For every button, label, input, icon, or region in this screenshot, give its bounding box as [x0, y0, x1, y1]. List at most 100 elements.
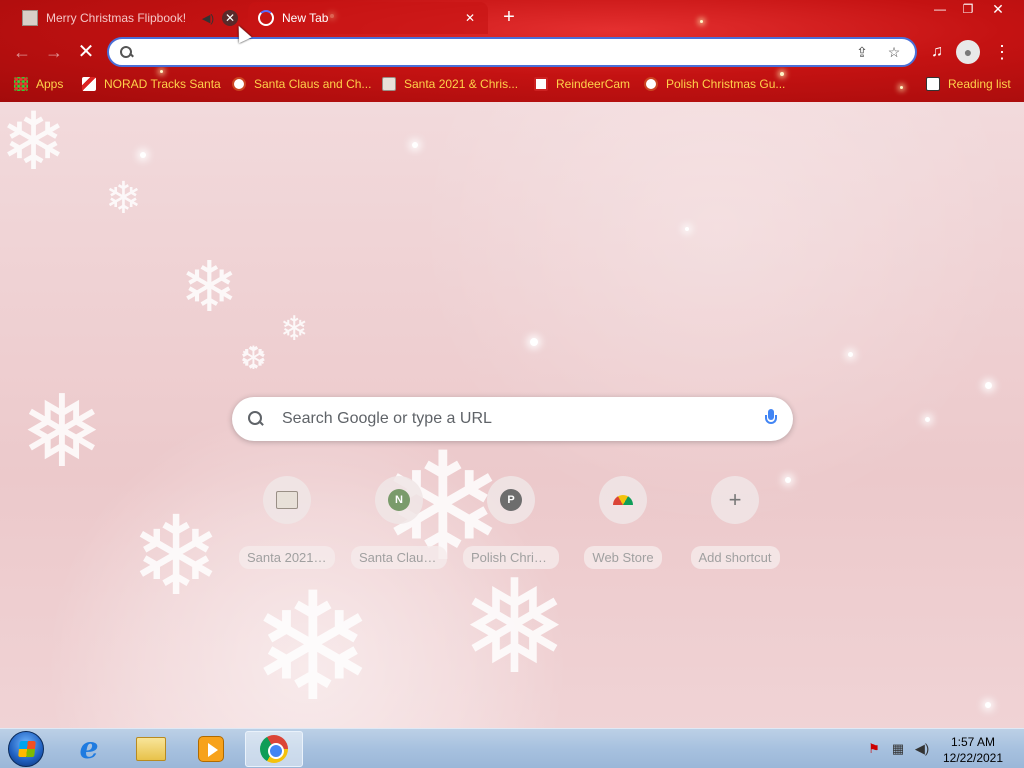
search-icon [119, 45, 133, 59]
sparkle-decoration [925, 417, 930, 422]
google-search-box[interactable] [232, 397, 793, 441]
snowflake-decoration: ❄ [105, 174, 142, 223]
bookmark-apps[interactable]: Apps [14, 74, 63, 94]
network-icon[interactable]: ▦ [890, 741, 906, 757]
address-bar[interactable]: ⇪ ☆ [107, 37, 917, 67]
reindeer-icon [534, 77, 548, 91]
start-button[interactable] [8, 731, 44, 767]
search-icon [248, 411, 264, 427]
back-button[interactable]: ← [10, 40, 34, 64]
new-tab-page: ❄ ❄ ❅ ❄ ❆ ❄ ❄ ❄ ❅ ❄ Santa 2021 &... N Sa… [0, 102, 1024, 728]
shortcut-santa-2021[interactable]: Santa 2021 &... [231, 474, 343, 569]
shortcut-title: Add shortcut [690, 546, 780, 569]
clock-time: 1:57 AM [950, 735, 996, 749]
shortcut-title: Polish Christ... [463, 546, 559, 569]
letter-n-icon: N [388, 489, 410, 511]
shortcut-web-store[interactable]: Web Store [567, 474, 679, 569]
shortcut-icon-circle: P [487, 476, 535, 524]
shortcut-title: Santa 2021 &... [239, 546, 335, 569]
sparkle-decoration [530, 338, 538, 346]
snowflake-decoration: ❄ [250, 563, 376, 728]
maximize-button[interactable]: ❐ [954, 0, 982, 18]
windows-taskbar: e ⚑ ▦ ◀) 1:57 AM 12/22/2021 [0, 728, 1024, 768]
page-thumb-icon [22, 10, 38, 26]
minimize-button[interactable]: — [926, 0, 954, 18]
snowflake-decoration: ❄ [0, 102, 68, 186]
tab-new-tab[interactable]: New Tab ✕ [248, 2, 488, 34]
sparkle-decoration [700, 20, 703, 23]
chrome-icon [260, 735, 288, 763]
ie-icon: e [79, 731, 99, 766]
snowflake-decoration: ❄ [130, 495, 223, 618]
bookmark-reindeercam[interactable]: ReindeerCam [534, 74, 630, 94]
globe-icon [644, 77, 658, 91]
google-search-input[interactable] [282, 410, 765, 428]
reading-list[interactable]: Reading list [926, 74, 1011, 94]
bookmark-label: Reading list [948, 77, 1011, 91]
media-player-icon [198, 736, 224, 762]
letter-p-icon: P [500, 489, 522, 511]
shortcut-title: Web Store [584, 546, 662, 569]
sparkle-decoration [985, 382, 992, 389]
shortcut-icon-circle [263, 476, 311, 524]
tab-title: Merry Christmas Flipbook! [46, 11, 187, 25]
candy-cane-icon [82, 77, 96, 91]
sparkle-decoration [848, 352, 853, 357]
webstore-icon [613, 495, 633, 505]
profile-avatar-icon[interactable]: ● [956, 40, 980, 64]
taskbar-windows-explorer[interactable] [122, 731, 180, 767]
apps-grid-icon [14, 77, 28, 91]
speaker-icon[interactable]: ◀) [202, 12, 214, 25]
snowflake-decoration: ❆ [240, 340, 267, 376]
media-controls-icon[interactable]: ♫ [925, 40, 949, 64]
bookmark-label: Santa 2021 & Chris... [404, 77, 519, 91]
microphone-icon[interactable] [765, 409, 777, 429]
bookmark-santa-claus[interactable]: Santa Claus and Ch... [232, 74, 371, 94]
taskbar-media-player[interactable] [182, 731, 240, 767]
reading-list-icon [926, 77, 940, 91]
shortcut-santa-claus[interactable]: N Santa Claus ... [343, 474, 455, 569]
volume-icon[interactable]: ◀) [914, 741, 930, 757]
new-tab-button[interactable]: + [498, 6, 520, 28]
sparkle-decoration [412, 142, 418, 148]
forward-button[interactable]: → [42, 40, 66, 64]
sparkle-decoration [900, 86, 903, 89]
menu-icon[interactable]: ⋮ [990, 40, 1014, 64]
shortcut-icon-circle [599, 476, 647, 524]
bookmark-norad[interactable]: NORAD Tracks Santa [82, 74, 221, 94]
bookmark-label: NORAD Tracks Santa [104, 77, 221, 91]
tab-close-icon[interactable]: ✕ [222, 10, 238, 26]
sparkle-decoration [985, 702, 991, 708]
bookmark-polish-christmas[interactable]: Polish Christmas Gu... [644, 74, 785, 94]
bookmark-label: Santa Claus and Ch... [254, 77, 372, 91]
add-icon: + [728, 487, 742, 512]
page-thumb-icon [382, 77, 396, 91]
stop-loading-button[interactable]: ✕ [74, 40, 98, 64]
bookmark-label: ReindeerCam [556, 77, 631, 91]
share-icon[interactable]: ⇪ [851, 41, 873, 63]
close-window-button[interactable]: ✕ [984, 0, 1012, 18]
browser-chrome: Merry Christmas Flipbook! ◀) ✕ New Tab ✕… [0, 0, 1024, 102]
bookmark-santa-2021[interactable]: Santa 2021 & Chris... [382, 74, 518, 94]
add-shortcut-button[interactable]: + Add shortcut [679, 474, 791, 569]
taskbar-internet-explorer[interactable]: e [60, 731, 118, 767]
system-clock[interactable]: 1:57 AM 12/22/2021 [936, 734, 1010, 766]
tab-merry-christmas-flipbook[interactable]: Merry Christmas Flipbook! ◀) ✕ [12, 2, 248, 34]
snowflake-decoration: ❅ [460, 554, 569, 700]
bookmark-label: Apps [36, 77, 64, 91]
tab-close-icon[interactable]: ✕ [462, 10, 478, 26]
tab-title: New Tab [282, 11, 329, 25]
snowflake-decoration: ❅ [20, 376, 104, 488]
shortcut-title: Santa Claus ... [351, 546, 447, 569]
shortcut-icon-circle: + [711, 476, 759, 524]
sparkle-decoration [685, 227, 689, 231]
clock-date: 12/22/2021 [942, 751, 1004, 765]
address-input[interactable] [141, 44, 841, 60]
action-center-flag-icon[interactable]: ⚑ [866, 741, 882, 757]
shortcut-icon-circle: N [375, 476, 423, 524]
shortcut-polish-christmas[interactable]: P Polish Christ... [455, 474, 567, 569]
bookmark-star-icon[interactable]: ☆ [883, 41, 905, 63]
taskbar-google-chrome[interactable] [245, 731, 303, 767]
sparkle-decoration [140, 152, 146, 158]
loading-spinner-icon [258, 10, 274, 26]
